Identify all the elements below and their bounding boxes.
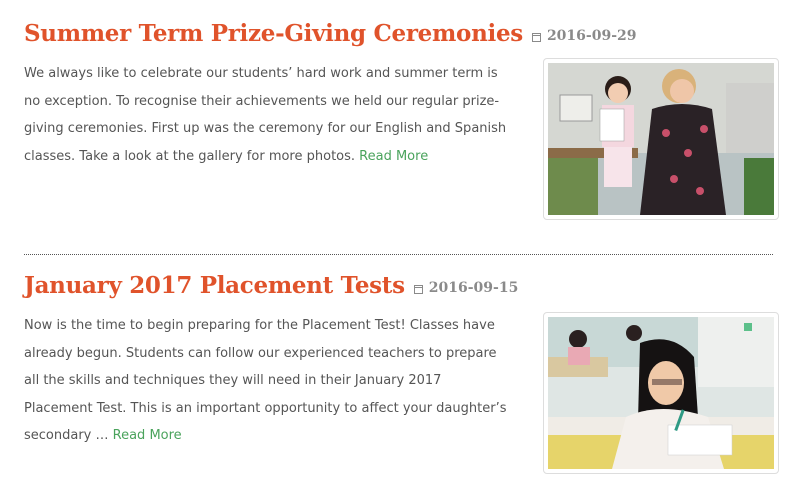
post-thumbnail[interactable]: [543, 312, 779, 474]
post-summer-term: Summer Term Prize-Giving Ceremonies 2016…: [24, 20, 779, 220]
post-header: Summer Term Prize-Giving Ceremonies 2016…: [24, 20, 774, 47]
post-thumbnail[interactable]: [543, 58, 779, 220]
post-excerpt-text: We always like to celebrate our students…: [24, 66, 507, 164]
post-excerpt: We always like to celebrate our students…: [24, 60, 514, 170]
post-excerpt: Now is the time to begin preparing for t…: [24, 312, 514, 450]
post-title[interactable]: January 2017 Placement Tests: [24, 272, 405, 299]
post-divider: [24, 254, 773, 255]
read-more-link[interactable]: Read More: [113, 428, 182, 443]
post-title[interactable]: Summer Term Prize-Giving Ceremonies: [24, 20, 523, 47]
post-date: 2016-09-15: [413, 280, 519, 296]
post-date-text: 2016-09-15: [428, 280, 519, 296]
post-header: January 2017 Placement Tests 2016-09-15: [24, 272, 774, 299]
post-date: 2016-09-29: [531, 28, 637, 44]
photo-girl-writing-icon: [548, 317, 774, 469]
calendar-icon: [531, 33, 541, 42]
read-more-link[interactable]: Read More: [359, 149, 428, 164]
post-placement-tests: January 2017 Placement Tests 2016-09-15 …: [24, 272, 779, 474]
post-date-text: 2016-09-29: [546, 28, 637, 44]
calendar-icon: [413, 285, 423, 294]
photo-teacher-student-icon: [548, 63, 774, 215]
post-excerpt-text: Now is the time to begin preparing for t…: [24, 318, 507, 443]
